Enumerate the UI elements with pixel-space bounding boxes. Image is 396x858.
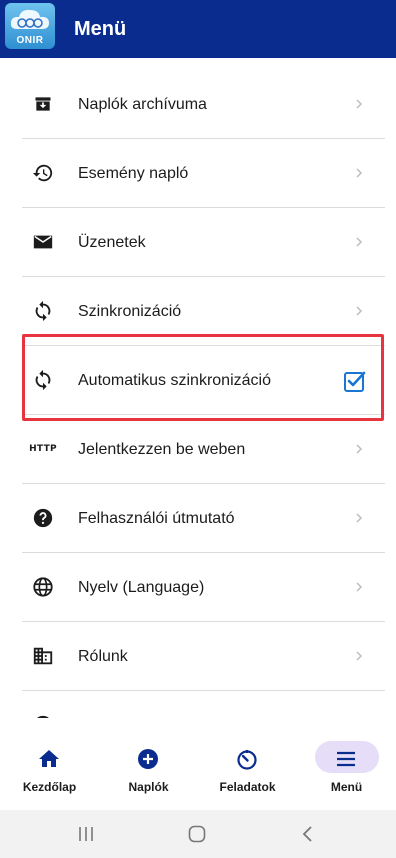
- menu-item-user-guide[interactable]: Felhasználói útmutató: [0, 484, 396, 553]
- mail-icon: [31, 230, 55, 254]
- timer-icon: [237, 750, 257, 770]
- chevron-right-icon: [356, 306, 363, 316]
- back-icon[interactable]: [298, 824, 318, 844]
- globe-icon: [31, 575, 55, 599]
- menu-item-label: Nyelv (Language): [78, 579, 205, 596]
- menu-item-event-log[interactable]: Esemény napló: [0, 139, 396, 208]
- sync-icon: [31, 299, 55, 323]
- nav-label: Feladatok: [219, 780, 276, 794]
- menu-item-label: Üzenetek: [78, 234, 146, 251]
- app-header: ONIR Menü: [0, 0, 396, 58]
- chevron-right-icon: [356, 582, 363, 592]
- chevron-right-icon: [356, 168, 363, 178]
- menu-item-label: Rólunk: [78, 648, 128, 665]
- domain-icon: [31, 644, 55, 668]
- menu-item-partial[interactable]: [0, 691, 396, 718]
- chevron-right-icon: [356, 237, 363, 247]
- bottom-navigation: Kezdőlap Naplók Feladatok Menü: [0, 730, 396, 810]
- logo-text: ONIR: [16, 35, 44, 46]
- nav-label: Menü: [330, 780, 363, 794]
- page-title: Menü: [74, 18, 127, 40]
- menu-item-label: Jelentkezzen be weben: [78, 441, 246, 458]
- menu-item-label: Felhasználói útmutató: [78, 510, 235, 527]
- menu-item-label: Esemény napló: [78, 165, 189, 182]
- nav-menu[interactable]: Menü: [297, 730, 396, 810]
- menu-item-label: Naplók archívuma: [78, 96, 207, 113]
- auto-sync-checkbox[interactable]: [343, 369, 367, 393]
- recents-icon[interactable]: [76, 824, 96, 844]
- chevron-right-icon: [356, 651, 363, 661]
- history-icon: [31, 161, 55, 185]
- chevron-right-icon: [356, 444, 363, 454]
- cloud-icon: [10, 9, 49, 29]
- chevron-right-icon: [356, 99, 363, 109]
- menu-item-auto-sync[interactable]: Automatikus szinkronizáció: [0, 346, 396, 415]
- help-icon: [31, 713, 55, 718]
- menu-item-messages[interactable]: Üzenetek: [0, 208, 396, 277]
- home-system-icon[interactable]: [187, 824, 207, 844]
- menu-icon: [337, 751, 355, 767]
- archive-icon: [31, 92, 55, 116]
- menu-item-language[interactable]: Nyelv (Language): [0, 553, 396, 622]
- nav-label: Naplók: [128, 780, 169, 794]
- http-icon: HTTP: [29, 444, 57, 454]
- help-icon: [31, 506, 55, 530]
- home-icon: [39, 750, 59, 767]
- system-nav-bar: [0, 810, 396, 858]
- sync-icon: [31, 368, 55, 392]
- menu-list: Naplók archívuma Esemény napló Üzenetek …: [0, 58, 396, 718]
- nav-logs[interactable]: Naplók: [99, 730, 198, 810]
- menu-item-sync[interactable]: Szinkronizáció: [0, 277, 396, 346]
- menu-item-archive[interactable]: Naplók archívuma: [0, 70, 396, 139]
- app-logo: ONIR: [5, 3, 55, 49]
- add-circle-icon: [138, 749, 158, 769]
- nav-tasks[interactable]: Feladatok: [198, 730, 297, 810]
- chevron-right-icon: [356, 513, 363, 523]
- menu-item-label: Automatikus szinkronizáció: [78, 372, 271, 389]
- menu-item-web-login[interactable]: HTTP Jelentkezzen be weben: [0, 415, 396, 484]
- nav-home[interactable]: Kezdőlap: [0, 730, 99, 810]
- nav-label: Kezdőlap: [22, 780, 77, 794]
- menu-item-label: Szinkronizáció: [78, 303, 182, 320]
- menu-item-about[interactable]: Rólunk: [0, 622, 396, 691]
